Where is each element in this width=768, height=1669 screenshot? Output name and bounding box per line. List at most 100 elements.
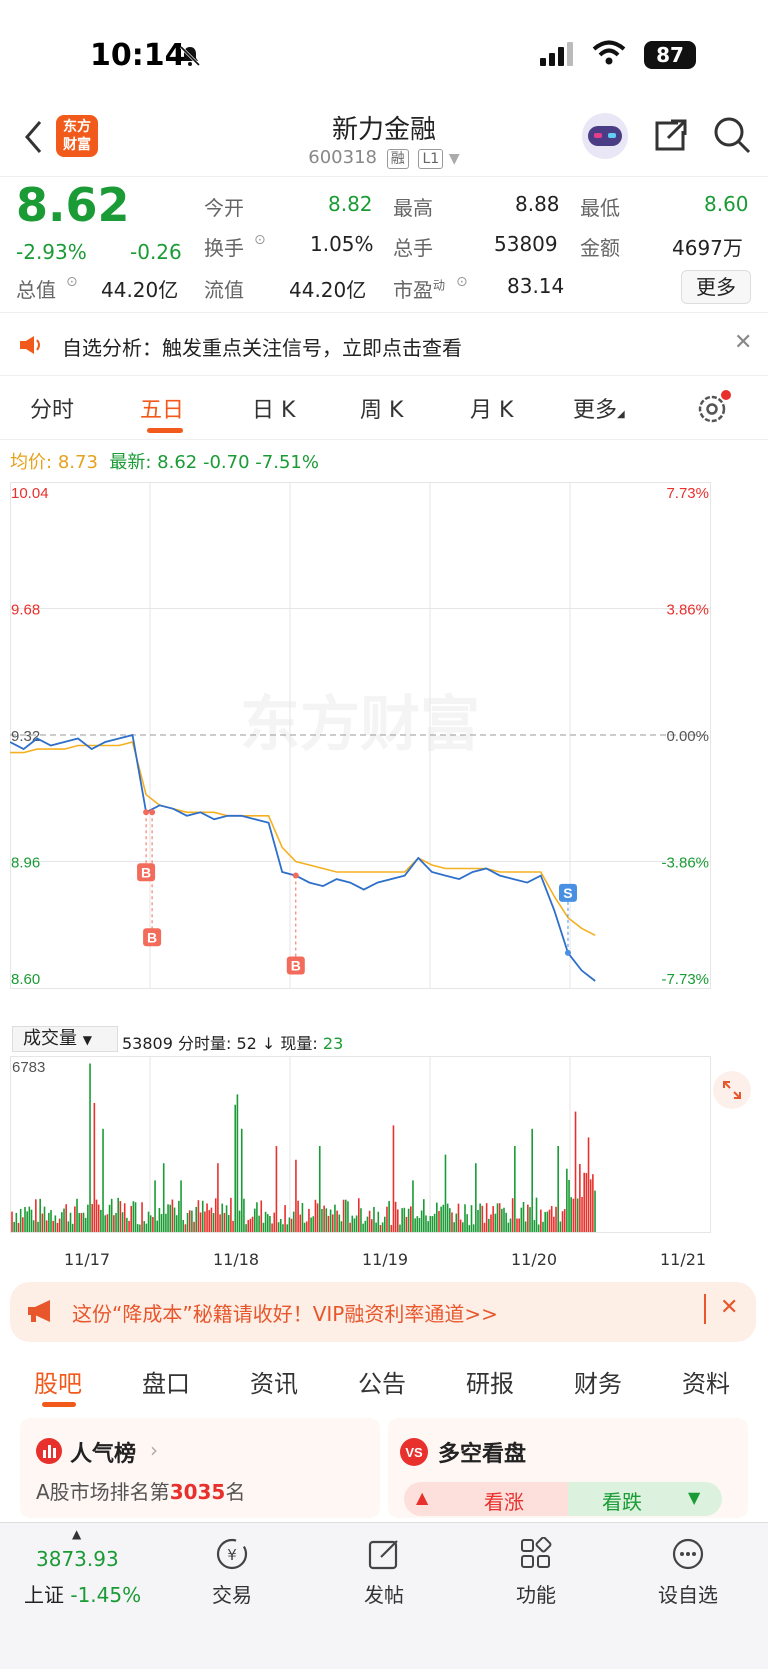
y-tick-label: -7.73%: [661, 971, 709, 988]
bull-bear-card[interactable]: VS 多空看盘 ▲ 看涨 看跌 ▼: [388, 1418, 748, 1518]
tab-week-k[interactable]: 周 K: [360, 392, 403, 424]
y-tick-label: 0.00%: [666, 728, 709, 745]
tab-five-day[interactable]: 五日: [140, 392, 184, 424]
index-change[interactable]: 上证 -1.45%: [24, 1579, 141, 1608]
rank-icon: [36, 1438, 62, 1464]
mktcap-label: 总值: [16, 278, 56, 302]
info-dots-icon[interactable]: ⊙: [456, 274, 468, 290]
pe-value: 83.14: [507, 274, 565, 298]
date-label: 11/18: [213, 1250, 260, 1269]
latest-label: 最新:: [109, 452, 152, 473]
volume-selector[interactable]: 成交量 ▼: [12, 1026, 118, 1052]
stock-code: 600318: [308, 147, 377, 168]
close-icon[interactable]: ✕: [720, 1295, 738, 1320]
battery-icon: 87: [644, 41, 696, 69]
y-tick-label: 9.68: [11, 602, 40, 619]
mktcap-value: 44.20亿: [101, 278, 179, 302]
avg-price-line: [10, 741, 596, 937]
bottom-bar: ▲ 3873.93 上证 -1.45% ¥ 交易 发帖 功能 设自选: [0, 1522, 768, 1669]
five-day-price-chart[interactable]: 东方财富 10.04 7.73% 9.68 3.86% 9.32 0.00% 8.96 -3.8…: [10, 482, 756, 1022]
marker-dot: [149, 809, 156, 816]
index-value[interactable]: 3873.93: [36, 1547, 119, 1571]
expand-icon[interactable]: [712, 1070, 752, 1110]
avg-value: 8.73: [57, 452, 98, 473]
tab-news[interactable]: 资讯: [250, 1364, 298, 1399]
tab-guba[interactable]: 股吧: [34, 1364, 82, 1399]
date-label: 11/20: [511, 1250, 558, 1269]
watermark: 东方财富: [240, 690, 480, 760]
amount-label: 金额: [580, 236, 620, 260]
bear-button[interactable]: 看跌 ▼: [568, 1482, 722, 1516]
trade-yen-icon: ¥: [216, 1538, 248, 1570]
margin-tag: 融: [386, 149, 409, 169]
tab-month-k[interactable]: 月 K: [470, 392, 513, 424]
volume-chart: 6783: [10, 1056, 711, 1233]
latest-value: 8.62: [157, 452, 198, 473]
low-label: 最低: [580, 196, 620, 220]
chart-tabs: 分时 五日 日 K 周 K 月 K 更多◢: [0, 378, 768, 440]
mute-bell-icon: [179, 45, 201, 67]
popularity-card[interactable]: 人气榜 › A股市场排名第3035名: [20, 1418, 380, 1518]
float-label: 流值: [204, 278, 244, 302]
more-dots-icon: [672, 1538, 704, 1570]
speaker-icon: [20, 336, 40, 354]
turnover-label: 换手: [204, 236, 244, 260]
turnover-value: 1.05%: [310, 232, 374, 256]
tab-day-k[interactable]: 日 K: [252, 392, 295, 424]
high-value: 8.88: [515, 192, 560, 216]
function-button[interactable]: 功能: [491, 1537, 581, 1608]
y-tick-label: 7.73%: [666, 485, 709, 502]
open-label: 今开: [204, 196, 244, 220]
marker-dot: [143, 809, 150, 816]
up-caret-icon: ▲: [72, 1527, 82, 1541]
add-watchlist-button[interactable]: 设自选: [643, 1537, 733, 1608]
settings-gear-icon[interactable]: [696, 390, 732, 426]
avg-label: 均价:: [10, 452, 53, 473]
tab-research[interactable]: 研报: [466, 1364, 514, 1399]
tab-finance[interactable]: 财务: [574, 1364, 622, 1399]
pe-label: 市盈动: [393, 278, 446, 302]
share-icon[interactable]: [651, 115, 691, 155]
y-tick-label: 8.96: [11, 855, 40, 872]
search-icon[interactable]: [712, 115, 752, 155]
volume-max-label: 6783: [12, 1059, 45, 1076]
trade-marker-label: S: [563, 885, 572, 901]
bull-button[interactable]: ▲ 看涨: [404, 1482, 568, 1516]
more-button[interactable]: 更多: [681, 270, 751, 304]
banner-text: 这份“降成本”秘籍请收好！VIP融资利率通道>>: [72, 1302, 498, 1326]
vip-banner[interactable]: 这份“降成本”秘籍请收好！VIP融资利率通道>> ✕: [10, 1282, 756, 1342]
chart-info-line: 均价: 8.73 最新: 8.62 -0.70 -7.51%: [10, 448, 319, 474]
tab-profile[interactable]: 资料: [682, 1364, 730, 1399]
tab-announcements[interactable]: 公告: [358, 1364, 406, 1399]
svg-text:VS: VS: [405, 1445, 423, 1460]
close-icon[interactable]: ✕: [734, 330, 752, 355]
tab-intraday[interactable]: 分时: [30, 392, 74, 424]
tab-more[interactable]: 更多◢: [573, 392, 625, 424]
analysis-notice[interactable]: 自选分析：触发重点关注信号，立即点击查看 ✕: [0, 314, 768, 376]
float-value: 44.20亿: [289, 278, 367, 302]
y-tick-label: -3.86%: [661, 855, 709, 872]
divider: [704, 1294, 706, 1324]
vs-icon: VS: [400, 1438, 428, 1466]
post-button[interactable]: 发帖: [339, 1537, 429, 1608]
svg-text:¥: ¥: [227, 1546, 237, 1564]
chevron-right-icon: ›: [150, 1438, 158, 1462]
tab-pankou[interactable]: 盘口: [142, 1364, 190, 1399]
y-tick-label: 9.32: [11, 728, 40, 745]
status-bar: 10:14 87: [0, 0, 768, 110]
volume-frame: [10, 1056, 711, 1233]
quote-panel: 8.62 -2.93% -0.26 今开 8.82 最高 8.88 最低 8.6…: [0, 178, 768, 313]
robot-assistant-icon[interactable]: [578, 111, 632, 161]
card-title: 人气榜: [70, 1442, 137, 1467]
cards-row: 人气榜 › A股市场排名第3035名 VS 多空看盘 ▲ 看涨 看跌 ▼: [0, 1418, 768, 1518]
tab-underline: [147, 428, 183, 433]
down-arrow-icon: ▼: [688, 1488, 701, 1507]
info-dots-icon[interactable]: ⊙: [254, 232, 266, 248]
open-value: 8.82: [328, 192, 373, 216]
latest-chg-pct: -7.51%: [255, 452, 319, 473]
dropdown-caret-icon: ▼: [448, 151, 460, 167]
trade-button[interactable]: ¥ 交易: [187, 1537, 277, 1608]
current-price: 8.62: [16, 178, 130, 232]
amount-value: 4697万: [672, 236, 743, 260]
info-dots-icon[interactable]: ⊙: [66, 274, 78, 290]
